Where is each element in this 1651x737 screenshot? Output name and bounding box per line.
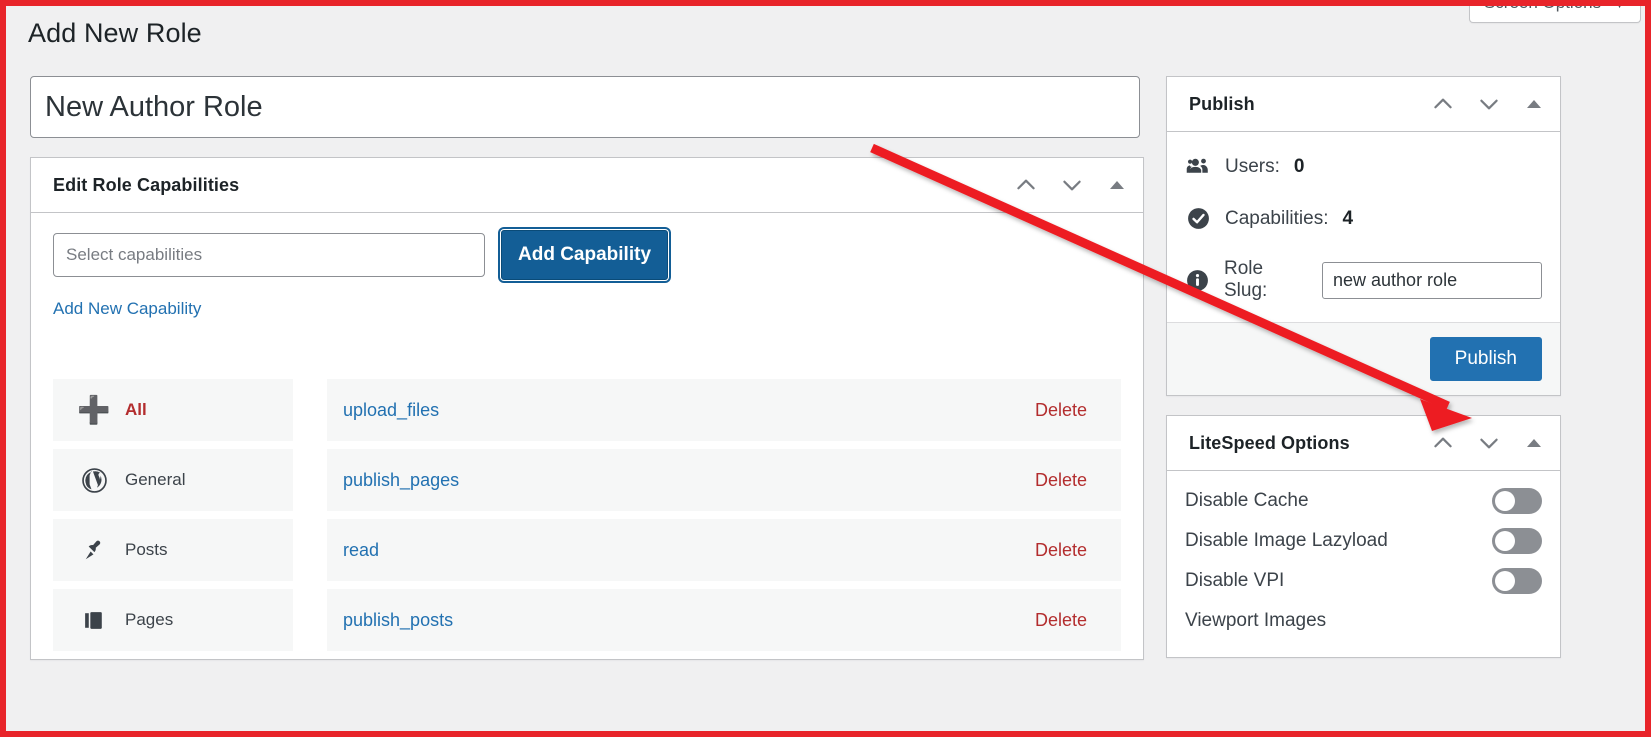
capabilities-panel: ➕ All General: [53, 379, 1121, 659]
sidebar-column: Publish Users:: [1166, 76, 1561, 658]
option-label: Disable Image Lazyload: [1185, 530, 1492, 552]
move-down-icon[interactable]: [1472, 87, 1506, 121]
capability-tab-all[interactable]: ➕ All: [53, 379, 293, 441]
move-down-icon[interactable]: [1472, 426, 1506, 460]
disable-vpi-toggle[interactable]: [1492, 568, 1542, 594]
capability-tab-label: All: [125, 400, 147, 420]
capability-row: read Delete: [327, 519, 1121, 581]
capability-name[interactable]: publish_posts: [343, 610, 1035, 631]
pages-icon: [81, 608, 107, 633]
chevron-down-icon: ▼: [1613, 0, 1626, 11]
capability-name[interactable]: publish_pages: [343, 470, 1035, 491]
users-count: 0: [1294, 156, 1305, 178]
litespeed-option-row: Disable Cache: [1185, 481, 1542, 521]
select-capabilities-input[interactable]: [53, 233, 485, 277]
move-down-icon[interactable]: [1055, 168, 1089, 202]
add-capability-button[interactable]: Add Capability: [501, 230, 668, 280]
delete-capability-link[interactable]: Delete: [1035, 540, 1087, 561]
plus-icon: ➕: [81, 397, 107, 424]
panel-header: Edit Role Capabilities: [31, 158, 1143, 213]
role-slug-label: Role Slug:: [1224, 258, 1308, 302]
litespeed-body: Disable Cache Disable Image Lazyload Dis…: [1167, 471, 1560, 657]
users-label: Users:: [1225, 156, 1280, 178]
disable-cache-toggle[interactable]: [1492, 488, 1542, 514]
delete-capability-link[interactable]: Delete: [1035, 470, 1087, 491]
panel-title: Edit Role Capabilities: [53, 175, 1009, 196]
capability-tab-label: Pages: [125, 610, 173, 630]
capabilities-toolbar: Add Capability: [53, 233, 1121, 280]
delete-capability-link[interactable]: Delete: [1035, 610, 1087, 631]
role-slug-row: Role Slug:: [1185, 258, 1542, 302]
option-label: Viewport Images: [1185, 610, 1542, 632]
capabilities-count: 4: [1343, 208, 1354, 230]
info-icon[interactable]: [1185, 268, 1210, 293]
move-up-icon[interactable]: [1426, 87, 1460, 121]
collapse-panel-icon[interactable]: [1520, 426, 1548, 460]
publish-footer: Publish: [1167, 322, 1560, 395]
add-new-capability-link[interactable]: Add New Capability: [53, 299, 201, 319]
capability-tab-posts[interactable]: Posts: [53, 519, 293, 581]
role-slug-input[interactable]: [1322, 262, 1542, 299]
capability-row: upload_files Delete: [327, 379, 1121, 441]
capability-tab-general[interactable]: General: [53, 449, 293, 511]
capabilities-label: Capabilities:: [1225, 208, 1329, 230]
collapse-panel-icon[interactable]: [1520, 87, 1548, 121]
screen-options-label: Screen Options: [1484, 0, 1601, 13]
panel-title: LiteSpeed Options: [1189, 433, 1426, 454]
capability-tab-label: General: [125, 470, 185, 490]
main-column: Edit Role Capabilities Add Capability: [30, 76, 1144, 660]
check-circle-icon: [1185, 206, 1211, 231]
panel-title: Publish: [1189, 94, 1426, 115]
publish-panel: Publish Users:: [1166, 76, 1561, 396]
panel-order-controls: [1009, 168, 1089, 202]
disable-image-lazyload-toggle[interactable]: [1492, 528, 1542, 554]
screen-options-button[interactable]: Screen Options ▼: [1469, 0, 1641, 23]
panel-header: LiteSpeed Options: [1167, 416, 1560, 471]
capability-list: upload_files Delete publish_pages Delete…: [327, 379, 1121, 659]
capability-row: publish_posts Delete: [327, 589, 1121, 651]
page-title: Add New Role: [28, 18, 202, 49]
capability-tab-pages[interactable]: Pages: [53, 589, 293, 651]
panel-order-controls: [1426, 426, 1506, 460]
move-up-icon[interactable]: [1426, 426, 1460, 460]
panel-header: Publish: [1167, 77, 1560, 132]
litespeed-option-row: Viewport Images: [1185, 601, 1542, 641]
capability-name[interactable]: read: [343, 540, 1035, 561]
wordpress-icon: [81, 468, 107, 493]
capability-tab-label: Posts: [125, 540, 168, 560]
users-icon: [1185, 154, 1211, 179]
litespeed-option-row: Disable VPI: [1185, 561, 1542, 601]
capability-group-tabs: ➕ All General: [53, 379, 293, 659]
publish-button[interactable]: Publish: [1430, 337, 1542, 381]
publish-body: Users: 0 Capabilities: 4 Role Slug:: [1167, 132, 1560, 322]
capabilities-body: Add Capability Add New Capability ➕ All: [31, 213, 1143, 659]
litespeed-option-row: Disable Image Lazyload: [1185, 521, 1542, 561]
pin-icon: [81, 538, 107, 563]
move-up-icon[interactable]: [1009, 168, 1043, 202]
edit-role-capabilities-panel: Edit Role Capabilities Add Capability: [30, 157, 1144, 660]
delete-capability-link[interactable]: Delete: [1035, 400, 1087, 421]
panel-order-controls: [1426, 87, 1506, 121]
capability-name[interactable]: upload_files: [343, 400, 1035, 421]
litespeed-options-panel: LiteSpeed Options Disable Cache: [1166, 415, 1561, 658]
users-count-row: Users: 0: [1185, 154, 1542, 179]
collapse-panel-icon[interactable]: [1103, 168, 1131, 202]
role-title-input[interactable]: [30, 76, 1140, 138]
option-label: Disable VPI: [1185, 570, 1492, 592]
capabilities-count-row: Capabilities: 4: [1185, 206, 1542, 231]
capability-row: publish_pages Delete: [327, 449, 1121, 511]
option-label: Disable Cache: [1185, 490, 1492, 512]
